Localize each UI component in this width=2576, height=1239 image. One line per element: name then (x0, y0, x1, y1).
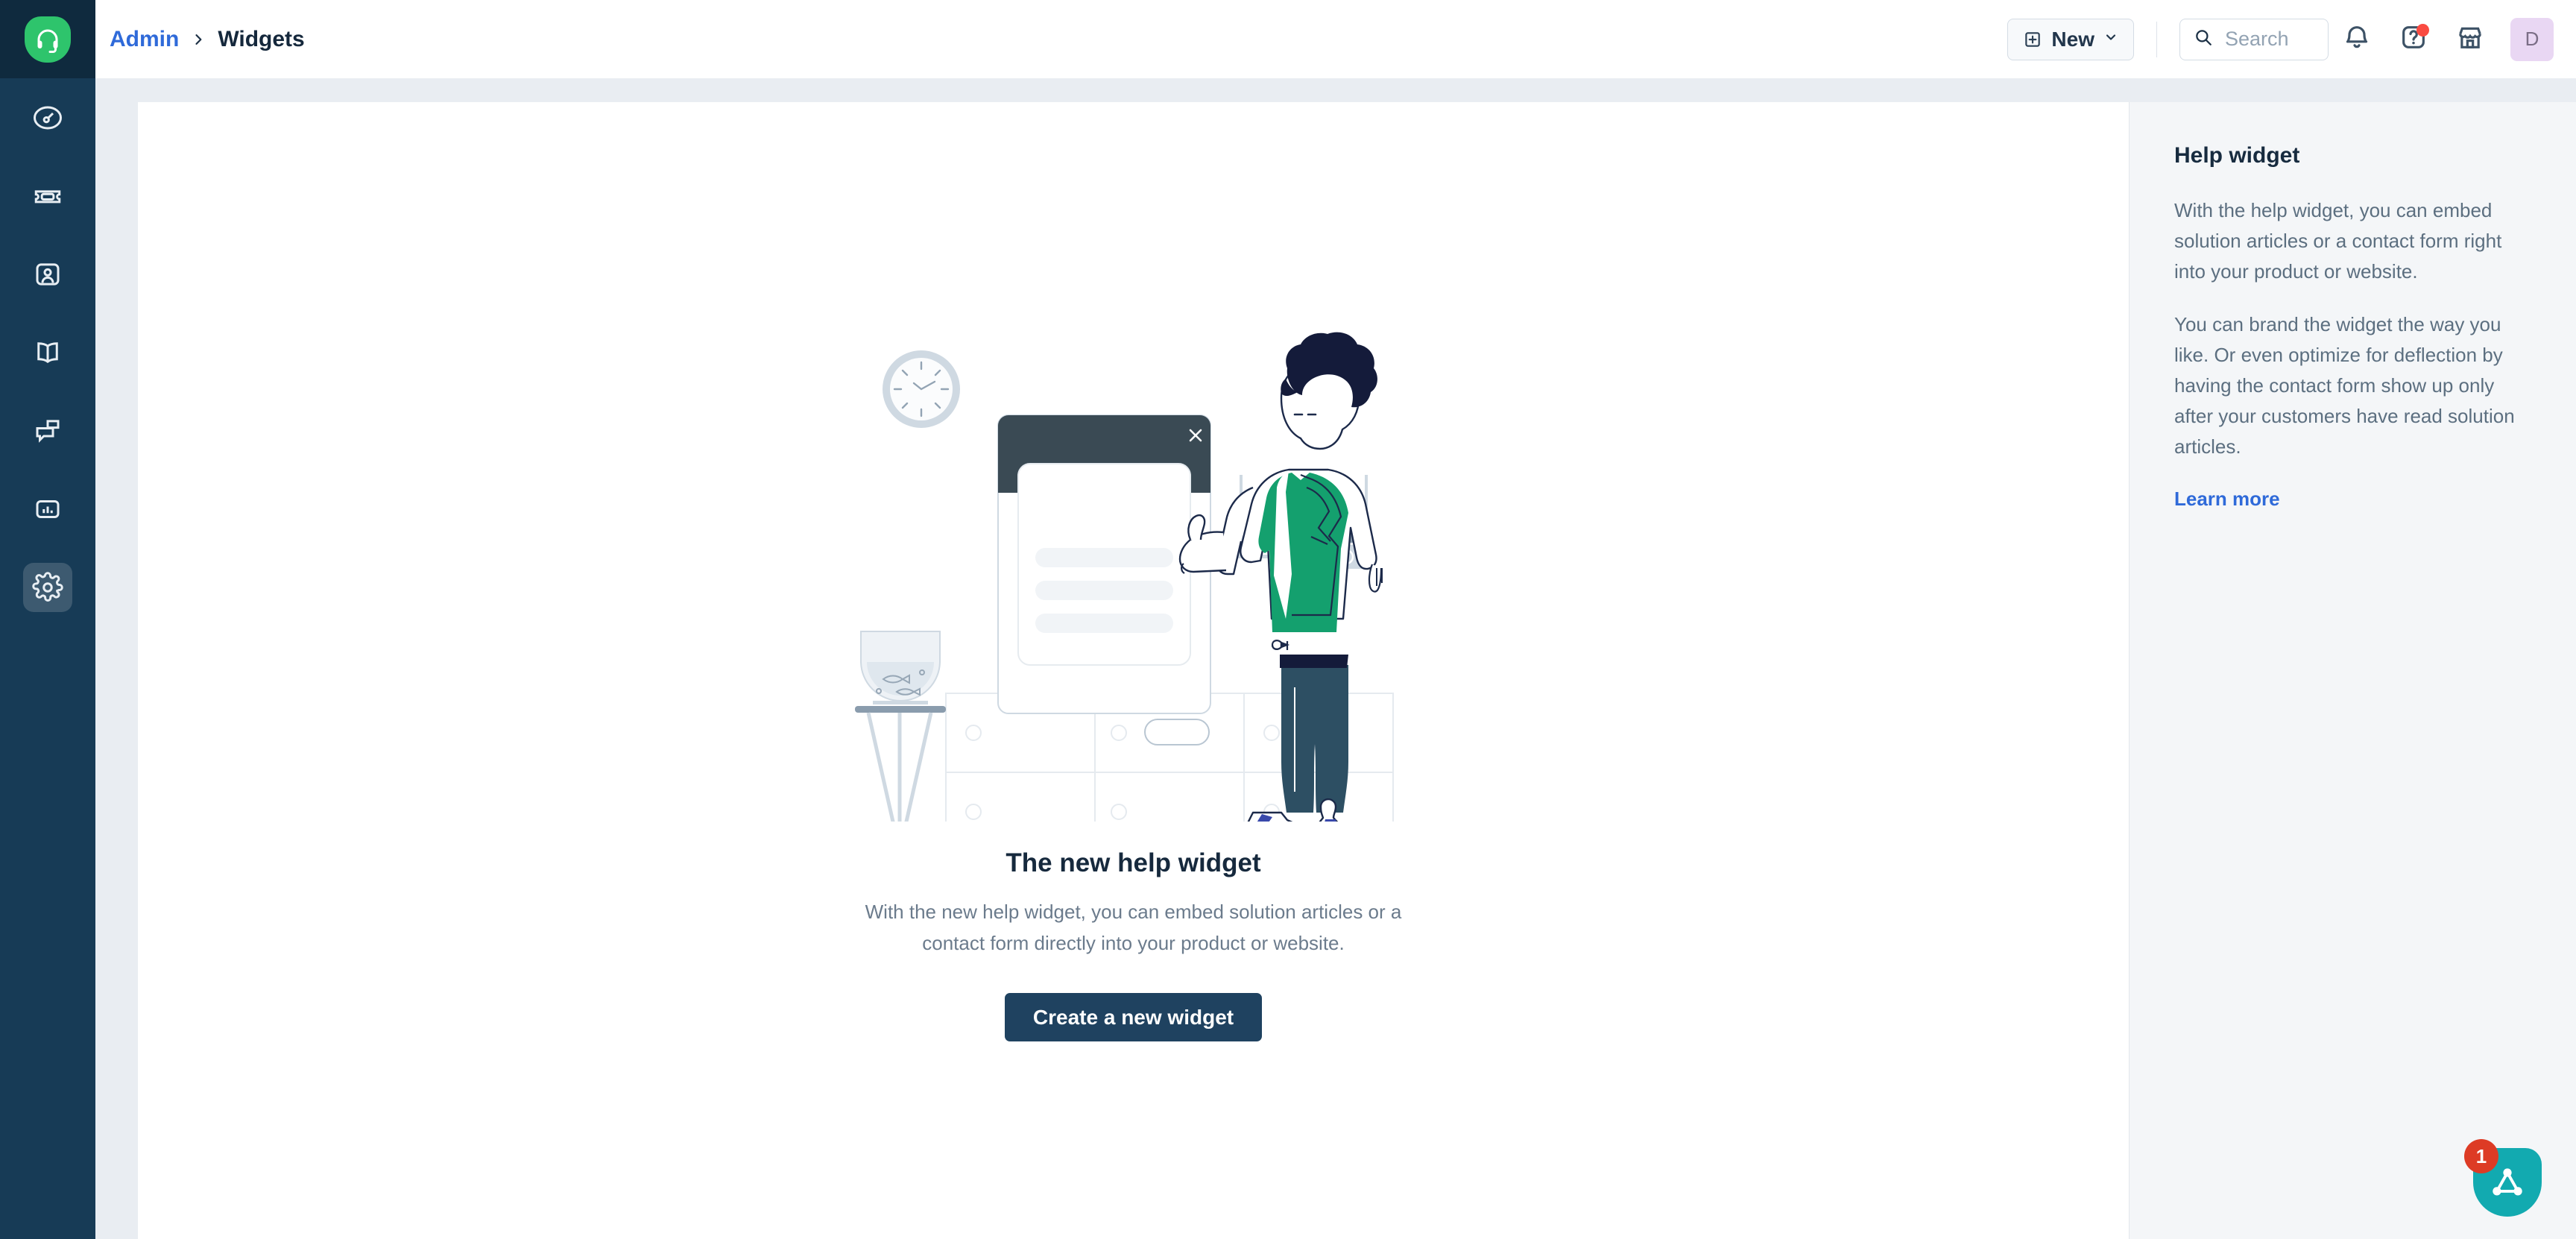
sidebar-item-admin-settings[interactable] (0, 548, 95, 626)
empty-state: The new help widget With the new help wi… (138, 102, 2129, 1239)
search-input[interactable]: Search (2179, 18, 2329, 60)
new-button[interactable]: New (2007, 18, 2134, 60)
bell-icon (2342, 22, 2372, 56)
breadcrumb-parent-link[interactable]: Admin (110, 27, 179, 52)
logo-area (0, 0, 95, 78)
help-notification-badge (2416, 23, 2429, 37)
avatar[interactable]: D (2510, 17, 2554, 61)
help-button[interactable] (2385, 11, 2442, 68)
help-panel: Help widget With the help widget, you ca… (2129, 102, 2576, 1239)
learn-more-link[interactable]: Learn more (2174, 488, 2280, 511)
main-content: The new help widget With the new help wi… (138, 102, 2129, 1239)
ticket-icon (23, 171, 72, 221)
gauge-icon (23, 93, 72, 142)
help-panel-paragraph-1: With the help widget, you can embed solu… (2174, 199, 2502, 283)
sidebar-item-conversations[interactable] (0, 391, 95, 470)
help-widget-illustration (854, 332, 1394, 822)
contact-card-icon (23, 250, 72, 299)
plus-square-icon (2023, 30, 2042, 49)
gear-icon (23, 562, 72, 612)
notifications-button[interactable] (2329, 11, 2385, 68)
network-triangle-icon (2493, 1168, 2522, 1196)
bar-chart-icon (23, 485, 72, 534)
new-button-label: New (2051, 27, 2094, 51)
empty-state-description: With the new help widget, you can embed … (865, 901, 1402, 954)
app-root: Admin Widgets New Search D The new help … (0, 0, 2576, 1239)
breadcrumb-current: Widgets (218, 26, 305, 51)
search-placeholder: Search (2225, 28, 2289, 50)
book-icon (23, 328, 72, 377)
headset-icon (37, 29, 58, 53)
top-bar-actions: New Search D (2007, 11, 2576, 68)
sidebar-item-contacts[interactable] (0, 235, 95, 313)
search-icon (2194, 28, 2213, 51)
sidebar-item-dashboard[interactable] (0, 78, 95, 157)
chat-widget-button[interactable]: 1 (2464, 1139, 2542, 1217)
top-bar: Admin Widgets New Search D (95, 0, 2576, 78)
chevron-right-icon (191, 32, 206, 47)
storefront-icon (2455, 22, 2485, 56)
sidebar-item-knowledge-base[interactable] (0, 313, 95, 391)
left-nav-rail (0, 0, 95, 1239)
marketplace-button[interactable] (2442, 11, 2498, 68)
help-panel-paragraph-2: You can brand the widget the way you lik… (2174, 313, 2515, 458)
empty-state-title: The new help widget (1006, 848, 1261, 877)
chat-bubbles-icon (23, 406, 72, 455)
app-logo[interactable] (25, 16, 71, 63)
rail-item-list (0, 78, 95, 626)
toolbar-divider (2156, 21, 2157, 57)
sidebar-item-tickets[interactable] (0, 157, 95, 235)
help-panel-title: Help widget (2174, 143, 2300, 168)
create-widget-button[interactable]: Create a new widget (1004, 993, 1263, 1041)
chevron-down-icon (2103, 30, 2118, 48)
chat-unread-badge: 1 (2464, 1139, 2498, 1173)
breadcrumb: Admin Widgets (110, 27, 305, 52)
sidebar-item-reports[interactable] (0, 470, 95, 548)
